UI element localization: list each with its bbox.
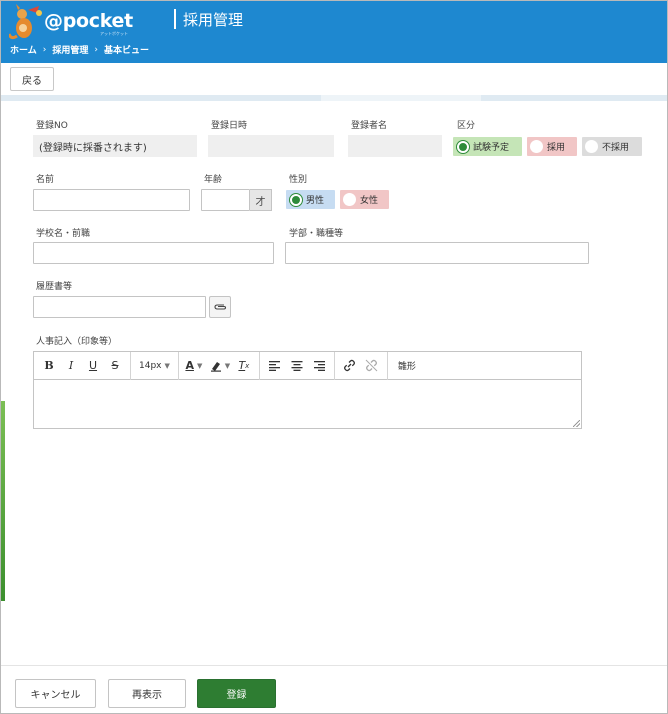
highlight-icon: [210, 361, 221, 372]
reg-no-label: 登録NO: [36, 121, 68, 131]
paperclip-icon: [214, 304, 227, 310]
notes-label: 人事記入（印象等）: [36, 337, 118, 347]
age-label: 年齢: [204, 175, 223, 185]
breadcrumb-basic-view: 基本ビュー: [103, 46, 149, 56]
page-title: 採用管理: [183, 11, 244, 29]
gender-option-label: 男性: [306, 196, 325, 206]
format-group: B I U S: [34, 351, 131, 380]
font-size-value: 14px: [139, 360, 162, 371]
logo-text: @pocket: [44, 10, 133, 32]
chevron-down-icon: ▼: [196, 361, 203, 370]
font-size-group: 14px ▼: [131, 351, 179, 380]
category-option-rejected[interactable]: 不採用: [582, 137, 642, 156]
resume-label: 履歴書等: [36, 282, 73, 292]
align-left-icon[interactable]: [264, 355, 286, 377]
registrant-label: 登録者名: [351, 121, 388, 131]
footer-bar: キャンセル 再表示 登録: [1, 665, 667, 713]
category-label: 区分: [457, 121, 476, 131]
category-option-label: 不採用: [602, 143, 630, 153]
radio-selected-icon: [457, 140, 469, 153]
align-center-icon[interactable]: [286, 355, 308, 377]
resize-handle-icon[interactable]: [573, 420, 580, 427]
editor-toolbar: B I U S 14px ▼ A ▼ ▼ T x 雛形: [34, 351, 581, 380]
school-input[interactable]: [33, 242, 274, 264]
category-option-exam[interactable]: 試験予定: [453, 137, 522, 156]
department-label: 学部・職種等: [289, 229, 344, 239]
font-size-select[interactable]: 14px ▼: [135, 355, 174, 377]
align-group: [260, 351, 335, 380]
side-decoration: [1, 401, 5, 601]
reg-date-field: [208, 135, 334, 157]
unlink-icon[interactable]: [361, 355, 383, 377]
logo-subtext: アットポケット: [100, 31, 128, 36]
age-unit: 才: [250, 189, 272, 211]
highlight-button[interactable]: ▼: [209, 355, 231, 377]
gender-option-male[interactable]: 男性: [286, 190, 335, 209]
category-option-label: 採用: [547, 143, 566, 153]
top-toolbar: 戻る: [1, 63, 667, 95]
submit-button[interactable]: 登録: [197, 679, 276, 708]
color-group: A ▼ ▼ Tx: [179, 351, 260, 380]
radio-unselected-icon: [343, 193, 356, 206]
app-header: @pocket アットポケット 採用管理 ホーム › 採用管理 › 基本ビュー: [1, 1, 667, 63]
school-label: 学校名・前職: [36, 229, 91, 239]
radio-unselected-icon: [530, 140, 543, 153]
bold-icon[interactable]: B: [38, 355, 60, 377]
app-window: @pocket アットポケット 採用管理 ホーム › 採用管理 › 基本ビュー …: [0, 0, 668, 714]
title-divider: [174, 9, 176, 29]
breadcrumb-home[interactable]: ホーム: [10, 43, 37, 56]
rich-text-editor: B I U S 14px ▼ A ▼ ▼ T x 雛形: [33, 351, 582, 429]
italic-icon[interactable]: I: [60, 355, 82, 377]
chevron-down-icon: ▼: [164, 361, 170, 370]
record-form: 登録NO (登録時に採番されます) 登録日時 登録者名 区分 試験予定 採用 不…: [5, 101, 664, 665]
reg-date-label: 登録日時: [211, 121, 248, 131]
age-input[interactable]: [201, 189, 250, 211]
name-label: 名前: [36, 175, 55, 185]
breadcrumb-recruitment[interactable]: 採用管理: [52, 43, 88, 56]
breadcrumb-separator: ›: [94, 44, 98, 55]
template-group: 雛形: [388, 352, 426, 380]
category-option-label: 試験予定: [473, 143, 510, 153]
gender-label: 性別: [289, 175, 308, 185]
gender-option-label: 女性: [360, 196, 379, 206]
refresh-button[interactable]: 再表示: [108, 679, 186, 708]
font-color-icon: A: [185, 359, 194, 372]
strikethrough-icon[interactable]: S: [104, 355, 126, 377]
registrant-field: [348, 135, 442, 157]
name-input[interactable]: [33, 189, 190, 211]
link-group: [335, 351, 388, 380]
gender-option-female[interactable]: 女性: [340, 190, 389, 209]
department-input[interactable]: [285, 242, 589, 264]
chevron-down-icon: ▼: [224, 361, 231, 370]
category-option-hired[interactable]: 採用: [527, 137, 577, 156]
resume-input[interactable]: [33, 296, 206, 318]
breadcrumb: ホーム › 採用管理 › 基本ビュー: [10, 43, 149, 57]
back-button[interactable]: 戻る: [10, 67, 54, 91]
kangaroo-logo-icon: [9, 4, 42, 40]
template-button[interactable]: 雛形: [392, 355, 422, 377]
align-right-icon[interactable]: [308, 355, 330, 377]
link-icon[interactable]: [339, 355, 361, 377]
attach-file-button[interactable]: [209, 296, 231, 318]
clear-format-icon[interactable]: Tx: [233, 355, 255, 377]
breadcrumb-separator: ›: [42, 44, 47, 55]
notes-editor-body[interactable]: [34, 380, 581, 428]
radio-selected-icon: [290, 193, 302, 206]
reg-no-field: (登録時に採番されます): [33, 135, 197, 157]
cancel-button[interactable]: キャンセル: [15, 679, 96, 708]
radio-unselected-icon: [585, 140, 598, 153]
font-color-button[interactable]: A ▼: [183, 355, 205, 377]
underline-icon[interactable]: U: [82, 355, 104, 377]
